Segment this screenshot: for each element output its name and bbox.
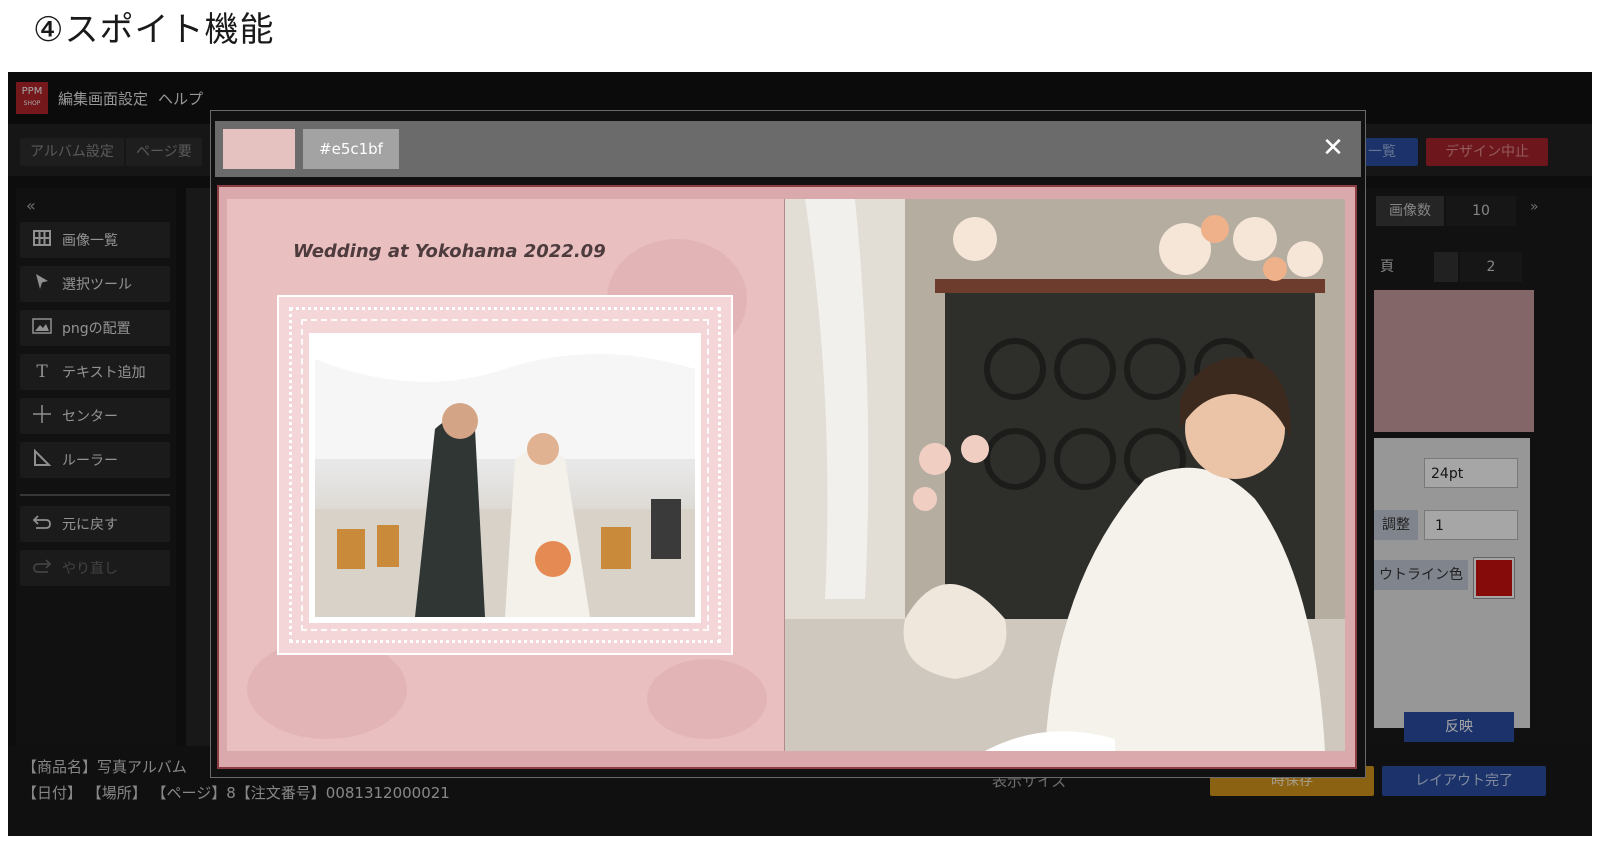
album-title: Wedding at Yokohama 2022.09: [293, 241, 606, 262]
right-page-photo: [785, 199, 1345, 751]
close-icon[interactable]: ✕: [1317, 131, 1349, 165]
page-heading: ④スポイト機能: [33, 10, 275, 50]
couple-photo-scene: [315, 339, 695, 617]
lace-frame: [277, 295, 733, 655]
eyedropper-modal: #e5c1bf ✕ Wedding at Yokohama 2022.09: [210, 110, 1366, 778]
picked-color-swatch: [223, 129, 295, 169]
floral-pattern: [647, 659, 767, 739]
modal-header: #e5c1bf ✕: [215, 121, 1361, 177]
picked-color-hex[interactable]: #e5c1bf: [303, 129, 399, 169]
left-page[interactable]: Wedding at Yokohama 2022.09: [227, 199, 785, 751]
couple-photo: [309, 333, 701, 623]
album-spread-preview[interactable]: Wedding at Yokohama 2022.09: [217, 185, 1357, 769]
album-editor-app: PPM SHOP 編集画面設定 ヘルプ アルバム設定 ページ要 一覧 デザイン中止…: [8, 72, 1592, 836]
